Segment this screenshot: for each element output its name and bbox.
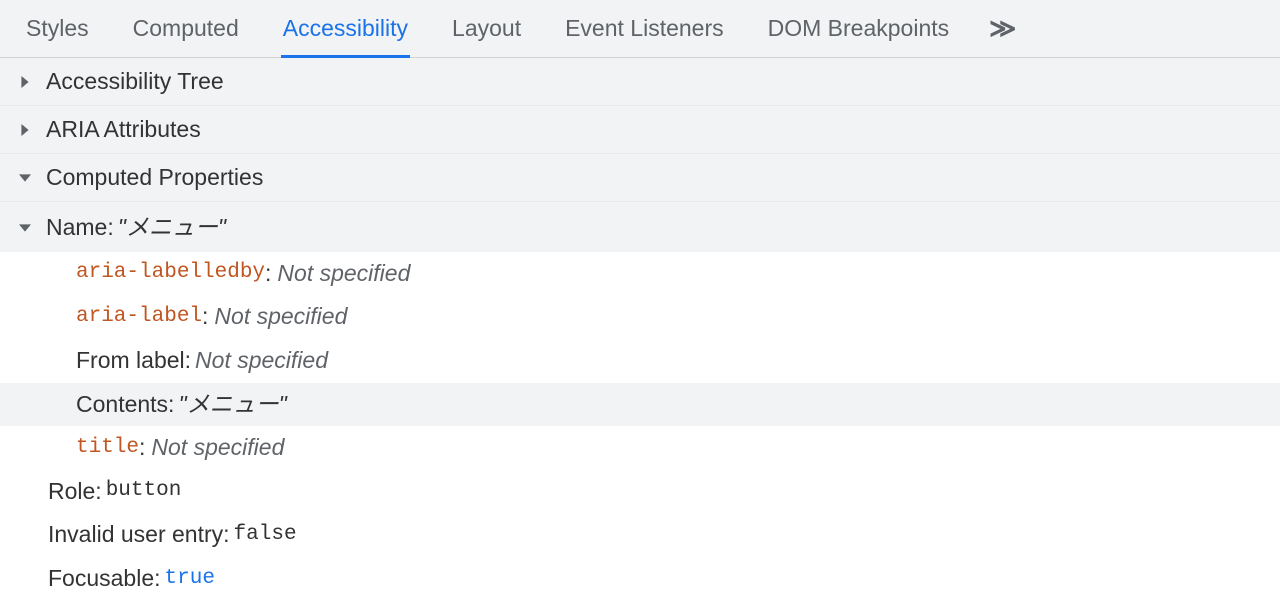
chevron-right-icon <box>16 76 34 88</box>
tab-label: Accessibility <box>283 15 408 42</box>
tab-event-listeners[interactable]: Event Listeners <box>543 0 746 58</box>
tab-label: DOM Breakpoints <box>768 15 950 42</box>
property-label: Role: <box>48 474 102 510</box>
section-title: Computed Properties <box>46 164 263 191</box>
attribute-name: title <box>76 432 139 465</box>
property-value: true <box>165 563 215 596</box>
property-value: button <box>106 475 182 508</box>
tab-styles[interactable]: Styles <box>4 0 111 58</box>
attribute-value: Not specified <box>151 430 284 466</box>
property-role: Role: button <box>0 470 1280 514</box>
source-value: "メニュー" <box>178 387 286 423</box>
tab-label: Styles <box>26 15 89 42</box>
property-focusable: Focusable: true <box>0 557 1280 601</box>
separator: : <box>202 299 208 335</box>
source-value: Not specified <box>195 343 328 379</box>
tab-label: Event Listeners <box>565 15 724 42</box>
chevron-right-icon <box>16 124 34 136</box>
chevron-right-double-icon: ≫ <box>989 13 1014 43</box>
name-source-from-label: From label: Not specified <box>0 339 1280 383</box>
devtools-tabs: Styles Computed Accessibility Layout Eve… <box>0 0 1280 58</box>
tab-layout[interactable]: Layout <box>430 0 543 58</box>
property-value: false <box>234 519 297 552</box>
property-value: "メニュー" <box>118 210 226 246</box>
section-title: ARIA Attributes <box>46 116 201 143</box>
source-label: Contents: <box>76 387 174 423</box>
attribute-name: aria-labelledby <box>76 257 265 290</box>
separator: : <box>139 430 145 466</box>
property-invalid-user-entry: Invalid user entry: false <box>0 513 1280 557</box>
tab-dom-breakpoints[interactable]: DOM Breakpoints <box>746 0 972 58</box>
name-source-contents: Contents: "メニュー" <box>0 383 1280 427</box>
section-computed-properties[interactable]: Computed Properties <box>0 154 1280 202</box>
property-name[interactable]: Name: "メニュー" <box>0 202 1280 252</box>
name-source-aria-labelledby: aria-labelledby : Not specified <box>0 252 1280 296</box>
section-aria-attributes[interactable]: ARIA Attributes <box>0 106 1280 154</box>
tab-accessibility[interactable]: Accessibility <box>261 0 430 58</box>
property-label: Name: <box>46 210 114 246</box>
attribute-value: Not specified <box>214 299 347 335</box>
name-source-title: title : Not specified <box>0 426 1280 470</box>
accessibility-panel: Accessibility Tree ARIA Attributes Compu… <box>0 58 1280 202</box>
section-title: Accessibility Tree <box>46 68 224 95</box>
separator: : <box>265 256 271 292</box>
chevron-down-icon <box>16 172 34 184</box>
tab-label: Layout <box>452 15 521 42</box>
section-accessibility-tree[interactable]: Accessibility Tree <box>0 58 1280 106</box>
tab-label: Computed <box>133 15 239 42</box>
property-label: Invalid user entry: <box>48 517 230 553</box>
source-label: From label: <box>76 343 191 379</box>
tab-computed[interactable]: Computed <box>111 0 261 58</box>
computed-properties-body: Name: "メニュー" aria-labelledby : Not speci… <box>0 202 1280 601</box>
chevron-down-icon <box>16 222 34 234</box>
attribute-name: aria-label <box>76 301 202 334</box>
name-source-aria-label: aria-label : Not specified <box>0 295 1280 339</box>
attribute-value: Not specified <box>277 256 410 292</box>
more-tabs-button[interactable]: ≫ <box>971 13 1032 44</box>
property-label: Focusable: <box>48 561 161 597</box>
